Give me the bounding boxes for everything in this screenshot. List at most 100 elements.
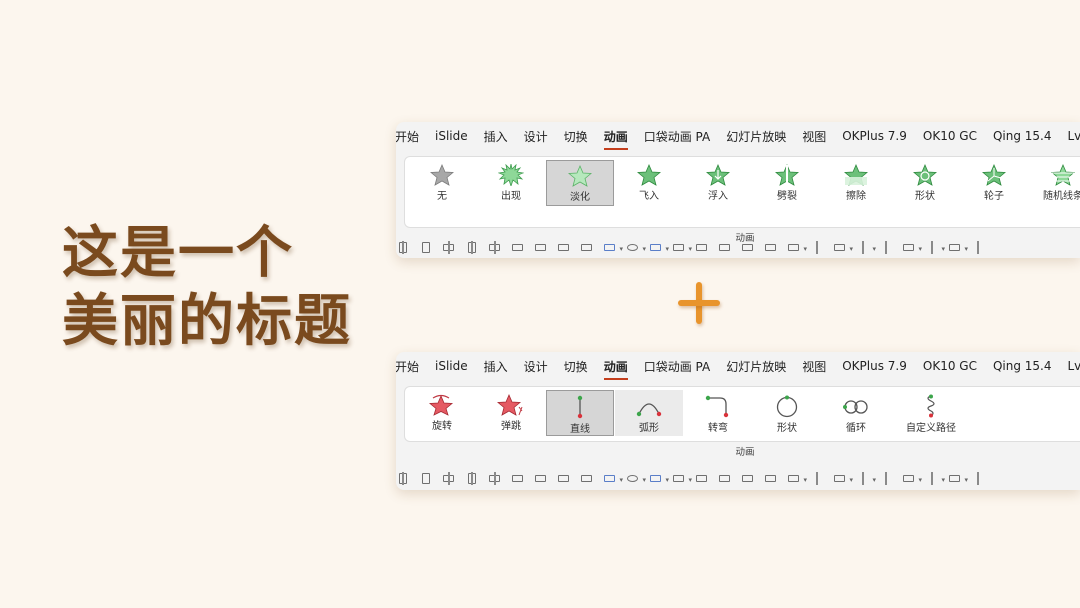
- tab-view[interactable]: 视图: [802, 128, 826, 145]
- tab-home[interactable]: 开始: [396, 128, 419, 145]
- tab-qing[interactable]: Qing 15.4: [993, 359, 1052, 373]
- distribute-horizontal-icon[interactable]: [488, 471, 502, 485]
- tab-insert[interactable]: 插入: [484, 358, 508, 375]
- character-spacing-icon[interactable]: ▾: [948, 241, 968, 254]
- tab-slide-show[interactable]: 幻灯片放映: [726, 128, 786, 145]
- effect-spin[interactable]: 旋转: [408, 390, 476, 436]
- character-spacing-icon[interactable]: ▾: [948, 472, 968, 485]
- align-top-icon[interactable]: [419, 472, 433, 485]
- match-size-icon[interactable]: [580, 472, 594, 485]
- shape-outline-icon[interactable]: ▾: [672, 472, 692, 485]
- effect-float-in[interactable]: 浮入: [684, 160, 752, 206]
- strikethrough-icon[interactable]: ▾: [925, 240, 945, 254]
- send-backward-icon[interactable]: [718, 472, 732, 485]
- shape-fill-icon[interactable]: ▾: [649, 241, 669, 254]
- tab-transitions[interactable]: 切换: [564, 358, 588, 375]
- eyedropper-icon[interactable]: [810, 471, 824, 485]
- tab-okplus[interactable]: OKPlus 7.9: [842, 359, 907, 373]
- effect-none[interactable]: 无: [408, 160, 476, 206]
- line-style-icon[interactable]: ▾: [833, 472, 853, 485]
- tab-design[interactable]: 设计: [524, 128, 548, 145]
- bring-forward-icon[interactable]: [695, 472, 709, 485]
- send-backward-icon[interactable]: [718, 241, 732, 254]
- tab-slide-show[interactable]: 幻灯片放映: [726, 358, 786, 375]
- effect-shape[interactable]: 形状: [891, 160, 959, 206]
- tab-ok10[interactable]: OK10 GC: [923, 129, 977, 143]
- shape-outline-icon[interactable]: ▾: [672, 241, 692, 254]
- merge-shapes-icon[interactable]: ▾: [626, 472, 646, 485]
- change-case-icon[interactable]: [971, 471, 985, 485]
- effect-random-bars[interactable]: 随机线条: [1029, 160, 1080, 206]
- effect-arc[interactable]: 弧形: [615, 390, 683, 436]
- tab-transitions[interactable]: 切换: [564, 128, 588, 145]
- slide-title: 这是一个 美丽的标题: [62, 220, 352, 356]
- effect-wipe[interactable]: 擦除: [822, 160, 890, 206]
- text-outline-icon[interactable]: ▾: [902, 472, 922, 485]
- font-color-icon[interactable]: ▾: [856, 240, 876, 254]
- align-left-icon[interactable]: [396, 471, 410, 485]
- font-color-icon[interactable]: ▾: [856, 471, 876, 485]
- tab-animations[interactable]: 动画: [603, 128, 628, 150]
- tab-pocket-animation[interactable]: 口袋动画 PA: [644, 358, 711, 375]
- rotate-icon[interactable]: ▾: [603, 241, 623, 254]
- effect-loop[interactable]: 循环: [822, 390, 890, 436]
- text-eyedropper-icon[interactable]: [879, 240, 893, 254]
- strikethrough-icon[interactable]: ▾: [925, 471, 945, 485]
- effect-line[interactable]: 直线: [546, 390, 614, 436]
- line-style-icon[interactable]: ▾: [833, 241, 853, 254]
- bring-forward-icon[interactable]: [695, 241, 709, 254]
- effect-turn[interactable]: 转弯: [684, 390, 752, 436]
- bring-to-front-icon[interactable]: [741, 241, 755, 254]
- group-icon[interactable]: [534, 241, 548, 254]
- ungroup-icon[interactable]: [557, 241, 571, 254]
- rotate-icon[interactable]: ▾: [603, 472, 623, 485]
- change-case-icon[interactable]: [971, 240, 985, 254]
- path-turn-icon: [705, 395, 729, 418]
- star-gray-icon: [430, 164, 454, 186]
- match-size-icon[interactable]: [580, 241, 594, 254]
- group-icon[interactable]: [534, 472, 548, 485]
- effect-fly-in[interactable]: 飞入: [615, 160, 683, 206]
- tab-ok10[interactable]: OK10 GC: [923, 359, 977, 373]
- align-top-icon[interactable]: [419, 241, 433, 254]
- tab-pocket-animation[interactable]: 口袋动画 PA: [644, 128, 711, 145]
- text-outline-icon[interactable]: ▾: [902, 241, 922, 254]
- tab-lvyhtools[interactable]: LvyhTo: [1068, 129, 1080, 143]
- align-center-icon[interactable]: [442, 240, 456, 254]
- merge-shapes-icon[interactable]: ▾: [626, 241, 646, 254]
- effect-path-shape[interactable]: 形状: [753, 390, 821, 436]
- tab-home[interactable]: 开始: [396, 358, 419, 375]
- align-bottom-icon[interactable]: [465, 471, 479, 485]
- tab-design[interactable]: 设计: [524, 358, 548, 375]
- send-to-back-icon[interactable]: [764, 472, 778, 485]
- send-to-back-icon[interactable]: [764, 241, 778, 254]
- tab-islide[interactable]: iSlide: [435, 359, 468, 373]
- effect-split[interactable]: 劈裂: [753, 160, 821, 206]
- text-eyedropper-icon[interactable]: [879, 471, 893, 485]
- effect-custom-path[interactable]: 自定义路径: [891, 390, 971, 436]
- tab-okplus[interactable]: OKPlus 7.9: [842, 129, 907, 143]
- align-center-icon[interactable]: [442, 471, 456, 485]
- tab-qing[interactable]: Qing 15.4: [993, 129, 1052, 143]
- effect-appear[interactable]: 出现: [477, 160, 545, 206]
- bring-to-front-icon[interactable]: [741, 472, 755, 485]
- distribute-vertical-icon[interactable]: [511, 241, 525, 254]
- align-bottom-icon[interactable]: [465, 240, 479, 254]
- star-bounce-icon: [497, 394, 523, 416]
- tab-animations[interactable]: 动画: [603, 358, 628, 380]
- tab-lvyhtools[interactable]: LvyhTo: [1068, 359, 1080, 373]
- distribute-vertical-icon[interactable]: [511, 472, 525, 485]
- eyedropper-icon[interactable]: [810, 240, 824, 254]
- fill-color-icon[interactable]: ▾: [787, 472, 807, 485]
- fill-color-icon[interactable]: ▾: [787, 241, 807, 254]
- tab-view[interactable]: 视图: [802, 358, 826, 375]
- effect-bounce[interactable]: 弹跳: [477, 390, 545, 436]
- effect-fade[interactable]: 淡化: [546, 160, 614, 206]
- ungroup-icon[interactable]: [557, 472, 571, 485]
- align-left-icon[interactable]: [396, 240, 410, 254]
- shape-fill-icon[interactable]: ▾: [649, 472, 669, 485]
- effect-wheel[interactable]: 轮子: [960, 160, 1028, 206]
- tab-islide[interactable]: iSlide: [435, 129, 468, 143]
- tab-insert[interactable]: 插入: [484, 128, 508, 145]
- distribute-horizontal-icon[interactable]: [488, 240, 502, 254]
